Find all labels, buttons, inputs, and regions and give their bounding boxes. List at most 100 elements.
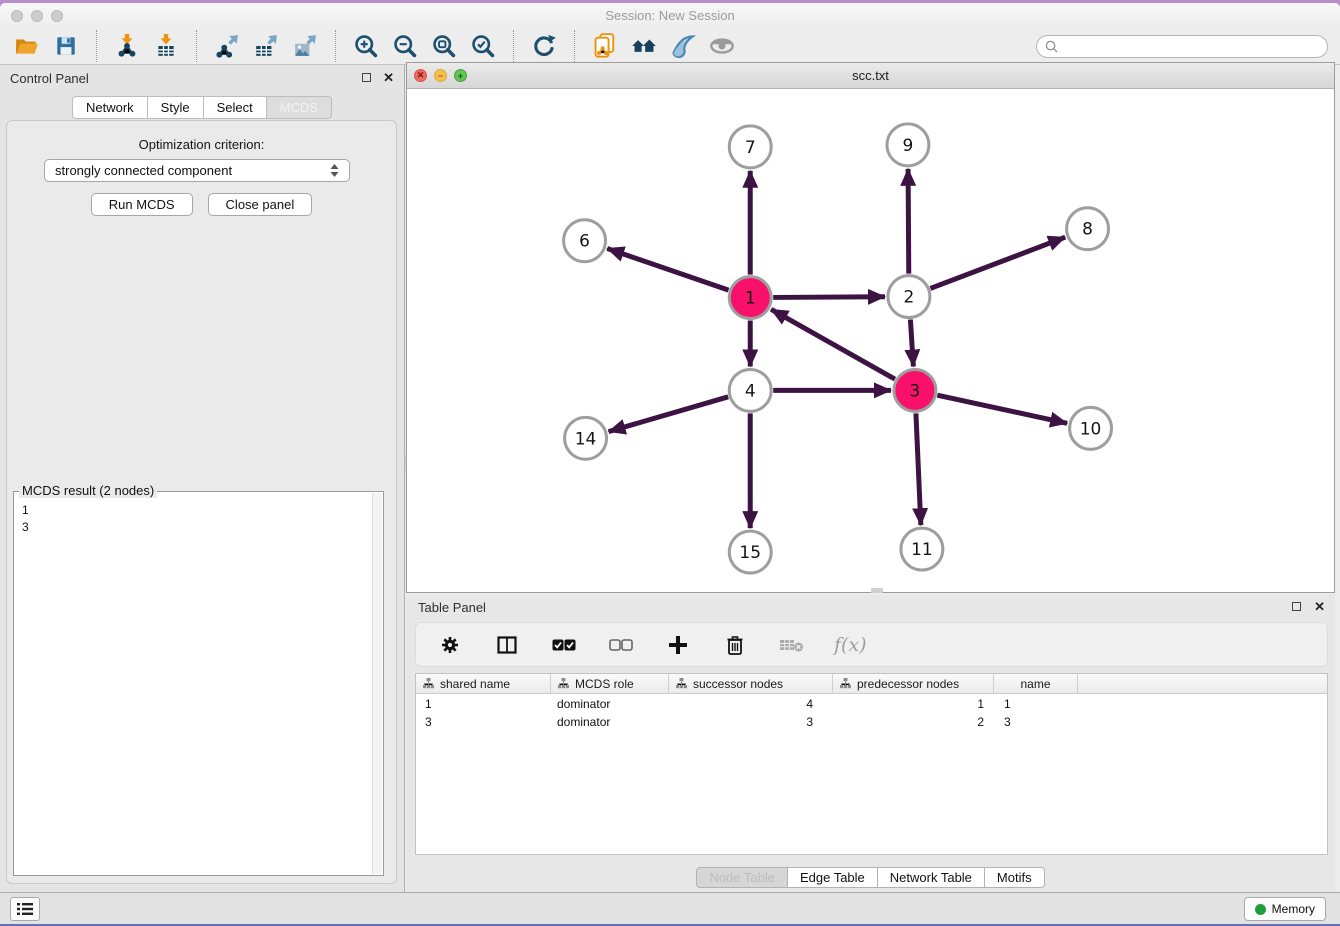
tab-select[interactable]: Select [204, 96, 267, 119]
cell-mcds-role[interactable]: dominator [551, 714, 669, 730]
cell-successor-nodes[interactable]: 4 [669, 696, 833, 712]
graph-edge-3-11[interactable] [916, 413, 921, 525]
zoom-in-button[interactable] [351, 31, 381, 61]
graph-node-6[interactable]: 6 [564, 220, 606, 262]
float-panel-icon[interactable] [362, 73, 371, 82]
criterion-select[interactable]: strongly connected component [44, 159, 350, 182]
cell-shared-name[interactable]: 1 [416, 696, 551, 712]
close-panel-button[interactable]: Close panel [208, 193, 313, 216]
apply-style-button[interactable] [668, 31, 698, 61]
tab-motifs[interactable]: Motifs [985, 867, 1045, 888]
task-history-button[interactable] [10, 897, 40, 921]
memory-button[interactable]: Memory [1244, 897, 1326, 921]
zoom-out-button[interactable] [390, 31, 420, 61]
list-icon [17, 902, 33, 916]
zoom-out-icon [392, 33, 418, 59]
import-network-button[interactable] [112, 31, 142, 61]
mcds-result-box: MCDS result (2 nodes) 1 3 [13, 491, 384, 876]
graph-node-11[interactable]: 11 [901, 528, 943, 570]
toggle-columns-button[interactable] [492, 630, 522, 660]
open-session-button[interactable] [12, 31, 42, 61]
graph-node-10[interactable]: 10 [1070, 407, 1112, 449]
style-brush-icon [670, 33, 696, 59]
graph-node-3[interactable]: 3 [894, 369, 936, 411]
zoom-fit-button[interactable] [429, 31, 459, 61]
graph-edge-2-8[interactable] [930, 237, 1065, 288]
apply-layout-button[interactable] [529, 31, 559, 61]
graph-node-9[interactable]: 9 [887, 124, 929, 166]
graph-edge-3-10[interactable] [937, 395, 1067, 423]
toolbar-separator [513, 30, 514, 62]
export-network-button[interactable] [212, 31, 242, 61]
float-table-panel-icon[interactable] [1292, 602, 1301, 611]
graph-node-label: 9 [903, 135, 914, 155]
function-builder-button[interactable]: f(x) [834, 634, 867, 656]
tab-network-table[interactable]: Network Table [878, 867, 985, 888]
graph-edge-1-2[interactable] [773, 297, 885, 298]
graph-edge-4-14[interactable] [609, 397, 729, 432]
network-window: ✕ − + scc.txt 7 9 6 8 1 2 4 3 14 10 15 11 [406, 62, 1335, 593]
cell-mcds-role[interactable]: dominator [551, 696, 669, 712]
cell-successor-nodes[interactable]: 3 [669, 714, 833, 730]
graph-edge-3-1[interactable] [771, 309, 895, 379]
import-table-button[interactable] [151, 31, 181, 61]
graph-node-2[interactable]: 2 [888, 276, 930, 318]
zoom-selected-button[interactable] [468, 31, 498, 61]
delete-table-button[interactable] [777, 630, 807, 660]
tab-style[interactable]: Style [148, 96, 204, 119]
column-header-mcds-role[interactable]: MCDS role [551, 674, 669, 693]
column-header-successor-nodes[interactable]: successor nodes [669, 674, 833, 693]
cell-predecessor-nodes[interactable]: 2 [833, 714, 994, 730]
graph-edge-2-9[interactable] [908, 169, 909, 274]
add-column-button[interactable] [663, 630, 693, 660]
graph-node-15[interactable]: 15 [729, 531, 771, 573]
export-image-button[interactable] [290, 31, 320, 61]
graph-edge-2-3[interactable] [910, 319, 913, 366]
graph-node-8[interactable]: 8 [1067, 208, 1109, 250]
close-panel-icon[interactable]: ✕ [383, 72, 394, 83]
network-splitter-handle[interactable] [871, 588, 883, 593]
network-window-titlebar[interactable]: ✕ − + scc.txt [407, 63, 1334, 89]
search-input[interactable] [1063, 39, 1319, 53]
cell-predecessor-nodes[interactable]: 1 [833, 696, 994, 712]
network-graph[interactable]: 7 9 6 8 1 2 4 3 14 10 15 11 [407, 89, 1334, 592]
result-scrollbar[interactable] [372, 493, 382, 874]
show-hide-panels-button[interactable] [707, 31, 737, 61]
delete-column-button[interactable] [720, 630, 750, 660]
zoom-fit-icon [431, 33, 457, 59]
cell-shared-name[interactable]: 3 [416, 714, 551, 730]
graph-edge-1-6[interactable] [607, 248, 728, 290]
tab-edge-table[interactable]: Edge Table [788, 867, 878, 888]
select-all-button[interactable] [549, 630, 579, 660]
save-session-button[interactable] [51, 31, 81, 61]
run-mcds-button[interactable]: Run MCDS [91, 193, 193, 216]
table-row[interactable]: 1 dominator 4 1 1 [416, 696, 1327, 712]
node-table[interactable]: shared name MCDS role successor nodes pr… [415, 673, 1328, 855]
cell-name[interactable]: 3 [994, 714, 1078, 730]
close-table-panel-icon[interactable]: ✕ [1314, 601, 1325, 612]
column-header-name[interactable]: name [994, 674, 1078, 693]
graph-node-7[interactable]: 7 [729, 126, 771, 168]
column-header-predecessor-nodes[interactable]: predecessor nodes [833, 674, 994, 693]
export-image-icon [293, 34, 317, 58]
deselect-all-button[interactable] [606, 630, 636, 660]
tab-network[interactable]: Network [72, 96, 148, 119]
select-stepper-icon [330, 164, 339, 177]
table-settings-button[interactable] [435, 630, 465, 660]
cell-name[interactable]: 1 [994, 696, 1078, 712]
attribute-icon [676, 678, 687, 689]
column-header-shared-name[interactable]: shared name [416, 674, 551, 693]
tab-node-table[interactable]: Node Table [696, 867, 788, 888]
eye-icon [709, 33, 735, 59]
graph-node-1[interactable]: 1 [729, 277, 771, 319]
home-button[interactable] [629, 31, 659, 61]
graph-node-14[interactable]: 14 [565, 417, 607, 459]
graph-node-4[interactable]: 4 [729, 369, 771, 411]
table-row[interactable]: 3 dominator 3 2 3 [416, 714, 1327, 730]
graph-node-label: 3 [910, 380, 921, 400]
search-field[interactable] [1036, 35, 1328, 58]
clone-network-button[interactable] [590, 31, 620, 61]
export-table-button[interactable] [251, 31, 281, 61]
tab-mcds[interactable]: MCDS [267, 96, 332, 119]
network-canvas[interactable]: 7 9 6 8 1 2 4 3 14 10 15 11 [407, 89, 1334, 592]
